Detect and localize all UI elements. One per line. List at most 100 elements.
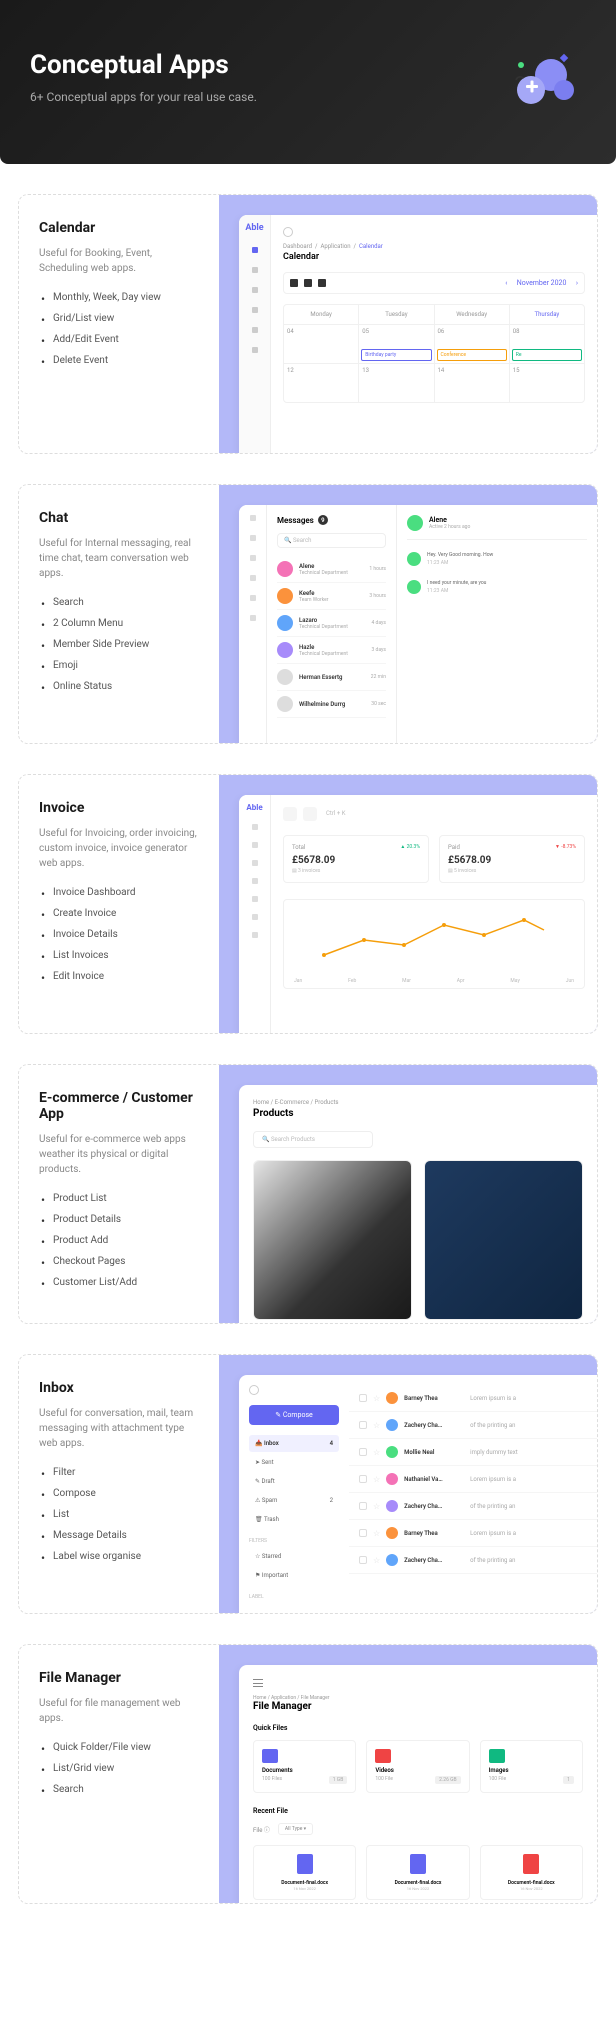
quick-folder[interactable]: Images100 File1	[480, 1740, 583, 1793]
calendar-cell[interactable]: 13	[359, 364, 434, 402]
calendar-cell[interactable]: 15	[510, 364, 584, 402]
contact-item[interactable]: LazaroTechnical Department4 days	[277, 610, 386, 637]
contact-item[interactable]: HazleTechnical Department3 days	[277, 637, 386, 664]
filter-important[interactable]: ⚑ Important	[249, 1567, 339, 1584]
file-card[interactable]: Document-final.docx16 Nov 2022	[480, 1845, 583, 1900]
search-icon[interactable]	[283, 227, 293, 237]
checkbox[interactable]	[359, 1475, 367, 1483]
checkbox[interactable]	[359, 1502, 367, 1510]
search-input[interactable]: 🔍 Search Products	[253, 1131, 373, 1148]
avatar	[277, 615, 293, 631]
feature-item: Label wise organise	[39, 1551, 199, 1562]
star-icon[interactable]: ☆	[373, 1475, 380, 1484]
mail-row[interactable]: ☆Zachery Cha…of the printing an	[349, 1493, 597, 1520]
sidebar-icon[interactable]	[252, 267, 258, 273]
sidebar-icon[interactable]	[250, 515, 256, 521]
calendar-cell[interactable]: 06Conference	[435, 325, 510, 363]
section-desc: Useful for e-commerce web apps weather i…	[39, 1132, 199, 1177]
contact-item[interactable]: Herman Essertg22 min	[277, 664, 386, 691]
sidebar-icon[interactable]	[252, 287, 258, 293]
mail-row[interactable]: ☆Mollie Nealimply dummy text	[349, 1439, 597, 1466]
calendar-cell[interactable]: 12	[284, 364, 359, 402]
quick-folder[interactable]: Videos100 File2.26 GB	[366, 1740, 469, 1793]
sidebar-icon[interactable]	[252, 307, 258, 313]
menu-icon[interactable]	[253, 1679, 263, 1687]
feature-list: Filter Compose List Message Details Labe…	[39, 1467, 199, 1562]
avatar	[386, 1473, 398, 1485]
calendar-cell[interactable]: 14	[435, 364, 510, 402]
folder-sent[interactable]: ➤ Sent	[249, 1454, 339, 1471]
product-card[interactable]: ♥	[253, 1160, 412, 1320]
feature-item: Grid/List view	[39, 313, 199, 324]
folder-inbox[interactable]: 📥 Inbox4	[249, 1435, 339, 1452]
contact-item[interactable]: Wilhelmine Durrg30 sec	[277, 691, 386, 718]
sidebar-icon[interactable]	[250, 595, 256, 601]
file-card[interactable]: Document-final.docx16 Nov 2022	[253, 1845, 356, 1900]
quick-folder[interactable]: Documents100 Files1 GB	[253, 1740, 356, 1793]
mail-row[interactable]: ☆Zachery Cha…of the printing an	[349, 1547, 597, 1574]
sidebar-icon[interactable]	[252, 896, 258, 902]
mail-row[interactable]: ☆Barney TheaLorem ipsum is a	[349, 1385, 597, 1412]
checkbox[interactable]	[359, 1448, 367, 1456]
folder-trash[interactable]: 🗑 Trash	[249, 1511, 339, 1528]
avatar	[277, 561, 293, 577]
calendar-cell[interactable]: 08Re	[510, 325, 584, 363]
filter-starred[interactable]: ☆ Starred	[249, 1548, 339, 1565]
sidebar-icon[interactable]	[250, 575, 256, 581]
sidebar-icon[interactable]	[250, 535, 256, 541]
sidebar-icon[interactable]	[250, 615, 256, 621]
sidebar-icon[interactable]	[250, 555, 256, 561]
star-icon[interactable]: ☆	[373, 1502, 380, 1511]
feature-item: Search	[39, 1784, 199, 1795]
mail-row[interactable]: ☆Nathaniel Va…Lorem ipsum is a	[349, 1466, 597, 1493]
sidebar-icon[interactable]	[252, 860, 258, 866]
folder-draft[interactable]: ✎ Draft	[249, 1473, 339, 1490]
calendar-cell[interactable]: 05Birthday party	[359, 325, 434, 363]
contact-item[interactable]: AleneTechnical Department1 hours	[277, 556, 386, 583]
breadcrumb[interactable]: Home / E-Commerce / Products	[253, 1099, 583, 1106]
sidebar-icon[interactable]	[252, 842, 258, 848]
star-icon[interactable]: ☆	[373, 1556, 380, 1565]
mail-row[interactable]: ☆Barney TheaLorem ipsum is a	[349, 1520, 597, 1547]
folder-spam[interactable]: ⚠ Spam2	[249, 1492, 339, 1509]
checkbox[interactable]	[359, 1394, 367, 1402]
sidebar: Able	[239, 215, 271, 453]
feature-item: Search	[39, 597, 199, 608]
sidebar-icon[interactable]	[252, 914, 258, 920]
sidebar-icon[interactable]	[252, 878, 258, 884]
compose-button[interactable]: ✎ Compose	[249, 1405, 339, 1425]
view-switcher[interactable]	[290, 279, 326, 287]
menu-button[interactable]	[283, 807, 297, 821]
product-card[interactable]	[424, 1160, 583, 1320]
checkbox[interactable]	[359, 1421, 367, 1429]
sidebar-icon[interactable]	[252, 824, 258, 830]
type-filter[interactable]: All Type ▾	[278, 1823, 313, 1835]
calendar-grid[interactable]: Monday Tuesday Wednesday Thursday 04 05B…	[283, 304, 585, 403]
breadcrumb[interactable]: Dashboard / Application / Calendar	[283, 243, 585, 250]
command-input[interactable]: Ctrl + K	[323, 807, 383, 821]
sidebar	[239, 505, 267, 743]
star-icon[interactable]: ☆	[373, 1394, 380, 1403]
search-input[interactable]: 🔍 Search	[277, 533, 386, 548]
search-icon[interactable]	[249, 1385, 259, 1395]
file-card[interactable]: Document-final.docx16 Nov 2022	[366, 1845, 469, 1900]
month-nav[interactable]: ‹ November 2020 ›	[505, 279, 578, 287]
sidebar-icon[interactable]	[252, 347, 258, 353]
contact-item[interactable]: KeefeTeam Worker3 hours	[277, 583, 386, 610]
section-filemanager: File Manager Useful for file management …	[18, 1644, 598, 1904]
star-icon[interactable]: ☆	[373, 1448, 380, 1457]
grid-button[interactable]	[303, 807, 317, 821]
star-icon[interactable]: ☆	[373, 1529, 380, 1538]
avatar	[277, 669, 293, 685]
section-title: E-commerce / Customer App	[39, 1090, 199, 1122]
sidebar-icon[interactable]	[252, 327, 258, 333]
calendar-cell[interactable]: 04	[284, 325, 359, 363]
checkbox[interactable]	[359, 1529, 367, 1537]
mail-row[interactable]: ☆Zachery Cha…of the printing an	[349, 1412, 597, 1439]
feature-item: Product List	[39, 1193, 199, 1204]
star-icon[interactable]: ☆	[373, 1421, 380, 1430]
ecommerce-preview: Home / E-Commerce / Products Products 🔍 …	[239, 1085, 597, 1323]
sidebar-icon[interactable]	[252, 247, 258, 253]
sidebar-icon[interactable]	[252, 932, 258, 938]
checkbox[interactable]	[359, 1556, 367, 1564]
